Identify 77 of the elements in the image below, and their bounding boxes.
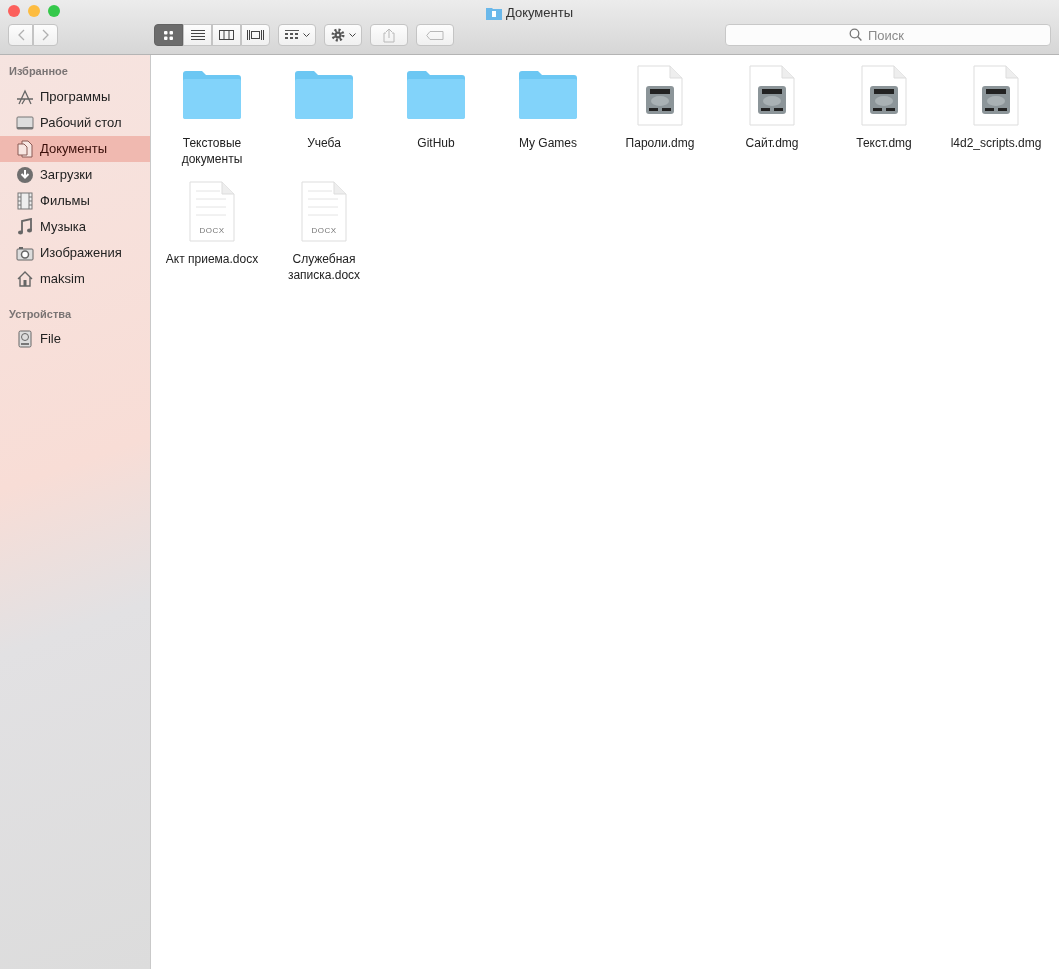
folder-icon	[182, 70, 242, 120]
folder-icon	[406, 70, 466, 120]
sidebar-item[interactable]: Загрузки	[0, 161, 150, 188]
sidebar-section-title: Устройства	[8, 306, 73, 322]
folder-entry[interactable]: My Games	[492, 63, 604, 179]
disk-image-entry[interactable]: Пароли.dmg	[604, 63, 716, 179]
file-name: Текстовые документы	[180, 135, 244, 167]
sidebar-item[interactable]: maksim	[0, 265, 150, 292]
file-name: Пароли.dmg	[625, 135, 695, 151]
document-entry[interactable]: DOCX Акт приема.docx	[156, 179, 268, 295]
file-name: Текст.dmg	[856, 135, 912, 151]
chevron-left-icon	[16, 29, 25, 41]
file-name: Служебная записка.docx	[286, 251, 362, 283]
disk-image-icon	[749, 64, 795, 126]
disk-image-icon	[973, 64, 1019, 126]
folder-entry[interactable]: Текстовые документы	[156, 63, 268, 179]
sidebar-item[interactable]: Музыка	[0, 213, 150, 240]
sidebar-item[interactable]: Документы	[0, 135, 150, 162]
music-note-icon	[16, 217, 34, 236]
document-icon	[189, 180, 235, 242]
sidebar-item[interactable]: Фильмы	[0, 187, 150, 214]
file-name: Сайт.dmg	[745, 135, 799, 151]
folder-icon	[518, 70, 578, 120]
close-button[interactable]	[8, 5, 20, 17]
file-type-label: DOCX	[310, 224, 338, 237]
film-icon	[16, 191, 34, 210]
tag-button[interactable]	[416, 24, 454, 46]
caret-icon	[348, 32, 356, 38]
caret-icon	[302, 32, 310, 38]
folder-icon	[294, 70, 354, 120]
chevron-right-icon	[41, 29, 50, 41]
sidebar-item[interactable]: Рабочий стол	[0, 109, 150, 136]
disk-image-icon	[861, 64, 907, 126]
list-icon	[190, 30, 205, 40]
desktop-icon	[16, 113, 34, 132]
folder-icon	[486, 5, 502, 20]
view-mode-button[interactable]	[241, 24, 270, 46]
file-name: My Games	[519, 135, 577, 151]
gear-icon	[330, 28, 345, 42]
view-mode-button[interactable]	[183, 24, 212, 46]
house-icon	[16, 269, 34, 288]
download-icon	[16, 165, 34, 184]
share-icon	[383, 27, 395, 43]
document-icon	[301, 180, 347, 242]
disk-image-entry[interactable]: l4d2_scripts.dmg	[940, 63, 1052, 179]
forward-button[interactable]	[33, 24, 58, 46]
file-type-label: DOCX	[198, 224, 226, 237]
settings-button[interactable]	[324, 24, 362, 46]
disk-image-entry[interactable]: Текст.dmg	[828, 63, 940, 179]
view-mode-button[interactable]	[212, 24, 241, 46]
folder-entry[interactable]: Учеба	[268, 63, 380, 179]
window-title: Документы	[506, 4, 573, 22]
minimize-button[interactable]	[28, 5, 40, 17]
sidebar-item[interactable]: Изображения	[0, 239, 150, 266]
file-name: l4d2_scripts.dmg	[950, 135, 1042, 151]
back-button[interactable]	[8, 24, 33, 46]
share-button[interactable]	[370, 24, 408, 46]
zoom-button[interactable]	[48, 5, 60, 17]
sidebar-item[interactable]: Программы	[0, 83, 150, 110]
document-entry[interactable]: DOCX Служебная записка.docx	[268, 179, 380, 295]
view-mode-button[interactable]	[154, 24, 183, 46]
folder-entry[interactable]: GitHub	[380, 63, 492, 179]
grid-icon	[284, 30, 299, 40]
disk-image-icon	[637, 64, 683, 126]
arrange-button[interactable]	[278, 24, 316, 46]
columns-icon	[219, 30, 234, 40]
file-name: Акт приема.docx	[165, 251, 259, 267]
gallery-icon	[247, 30, 264, 40]
sidebar-item[interactable]: File	[0, 326, 150, 352]
file-name: Учеба	[307, 135, 341, 151]
icon-grid-icon	[164, 30, 173, 40]
tag-icon	[426, 30, 444, 40]
disk-image-entry[interactable]: Сайт.dmg	[716, 63, 828, 179]
documents-icon	[16, 139, 34, 158]
file-name: GitHub	[417, 135, 455, 151]
search-field[interactable]: Поиск	[725, 24, 1051, 46]
sidebar-section-title: Избранное	[8, 64, 69, 79]
